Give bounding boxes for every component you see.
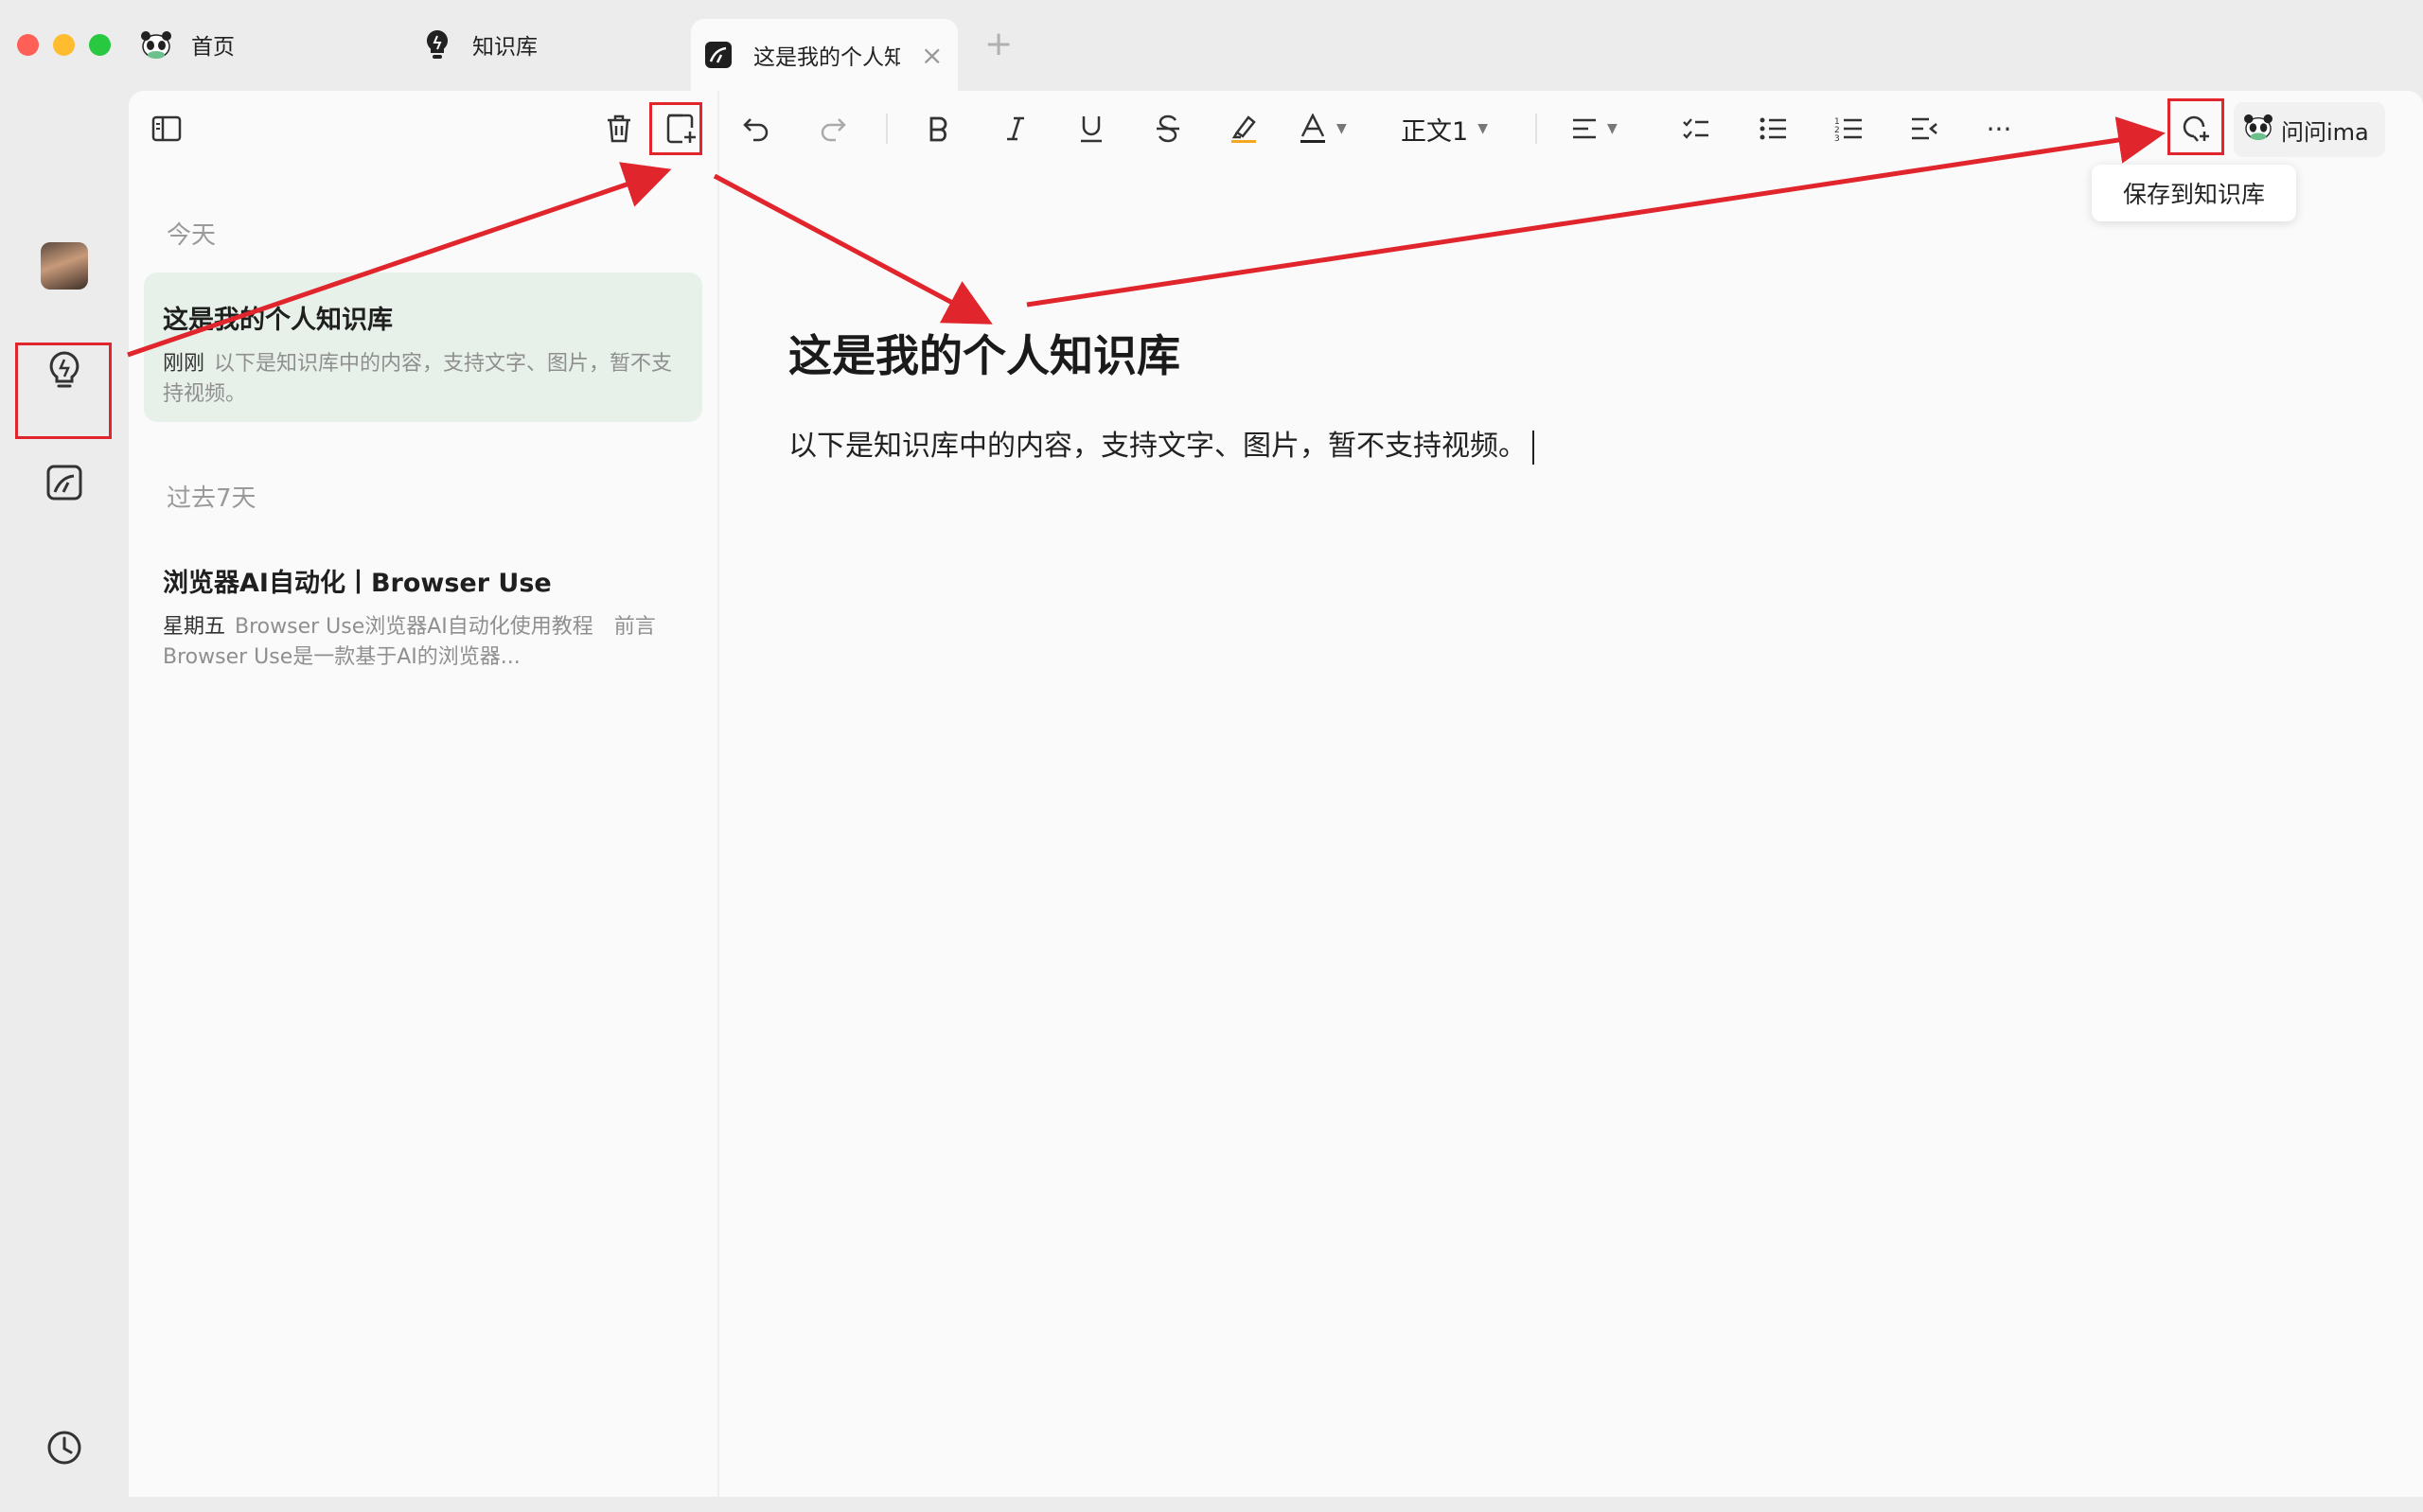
annotation-arrow <box>713 173 993 325</box>
annotation-arrows <box>127 116 2166 358</box>
annotation-arrow <box>127 162 672 358</box>
annotation-arrow <box>1026 116 2166 308</box>
window-bottom-edge <box>0 1497 2423 1512</box>
